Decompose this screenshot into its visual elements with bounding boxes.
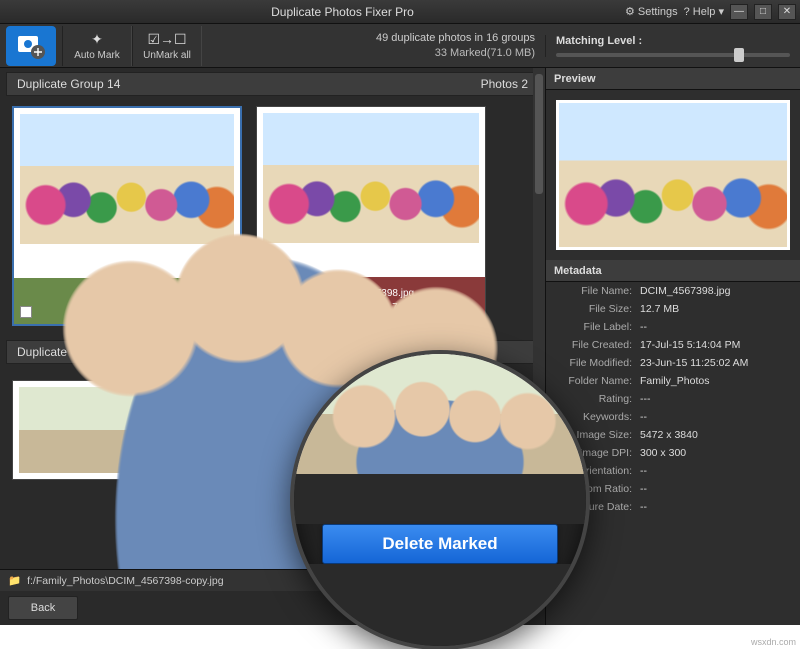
app-title: Duplicate Photos Fixer Pro: [60, 5, 625, 19]
metadata-key: File Size:: [554, 303, 640, 315]
metadata-value: 17-Jul-15 5:14:04 PM: [640, 339, 792, 351]
delete-marked-button[interactable]: Delete Marked: [322, 524, 558, 564]
scrollbar-thumb[interactable]: [535, 74, 543, 194]
metadata-key: File Name:: [554, 285, 640, 297]
metadata-key: File Label:: [554, 321, 640, 333]
preview-image: [556, 100, 790, 250]
metadata-value: 23-Jun-15 11:25:02 AM: [640, 357, 792, 369]
metadata-value: --: [640, 501, 792, 513]
metadata-header: Metadata: [546, 260, 800, 282]
metadata-value: --: [640, 483, 792, 495]
metadata-value: --: [640, 411, 792, 423]
settings-link[interactable]: ⚙ Settings: [625, 5, 678, 18]
unmark-icon: ☑→☐: [147, 31, 186, 48]
matching-level[interactable]: Matching Level :: [545, 35, 800, 57]
metadata-value: DCIM_4567398.jpg: [640, 285, 792, 297]
zoom-lens: Delete Marked: [290, 350, 590, 649]
metadata-value: 12.7 MB: [640, 303, 792, 315]
back-button[interactable]: Back: [8, 596, 78, 620]
toolbar: ✦ Auto Mark ☑→☐ UnMark all 49 duplicate …: [0, 24, 800, 68]
metadata-row: File Name:DCIM_4567398.jpg: [546, 282, 800, 300]
matching-slider[interactable]: [556, 53, 790, 57]
metadata-value: --: [640, 321, 792, 333]
slider-thumb[interactable]: [734, 48, 744, 62]
close-button[interactable]: ✕: [778, 4, 796, 20]
metadata-value: ---: [640, 393, 792, 405]
metadata-row: File Created:17-Jul-15 5:14:04 PM: [546, 336, 800, 354]
help-link[interactable]: ? Help ▾: [684, 5, 724, 18]
app-logo: [6, 26, 56, 66]
metadata-key: File Created:: [554, 339, 640, 351]
folder-icon: 📁: [8, 574, 21, 587]
metadata-value: Family_Photos: [640, 375, 792, 387]
maximize-button[interactable]: □: [754, 4, 772, 20]
preview-header: Preview: [546, 68, 800, 90]
metadata-value: 300 x 300: [640, 447, 792, 459]
metadata-value: 5472 x 3840: [640, 429, 792, 441]
minimize-button[interactable]: —: [730, 4, 748, 20]
wand-icon: ✦: [91, 31, 103, 48]
stats-line1: 49 duplicate photos in 16 groups: [202, 31, 535, 46]
metadata-row: File Size:12.7 MB: [546, 300, 800, 318]
automark-button[interactable]: ✦ Auto Mark: [62, 26, 132, 66]
unmarkall-button[interactable]: ☑→☐ UnMark all: [132, 26, 202, 66]
title-bar: Duplicate Photos Fixer Pro ⚙ Settings ? …: [0, 0, 800, 24]
stats: 49 duplicate photos in 16 groups 33 Mark…: [202, 31, 545, 61]
status-path: f:/Family_Photos\DCIM_4567398-copy.jpg: [27, 575, 224, 587]
watermark: wsxdn.com: [751, 637, 796, 647]
metadata-value: --: [640, 465, 792, 477]
stats-line2: 33 Marked(71.0 MB): [202, 46, 535, 61]
metadata-row: File Label:--: [546, 318, 800, 336]
